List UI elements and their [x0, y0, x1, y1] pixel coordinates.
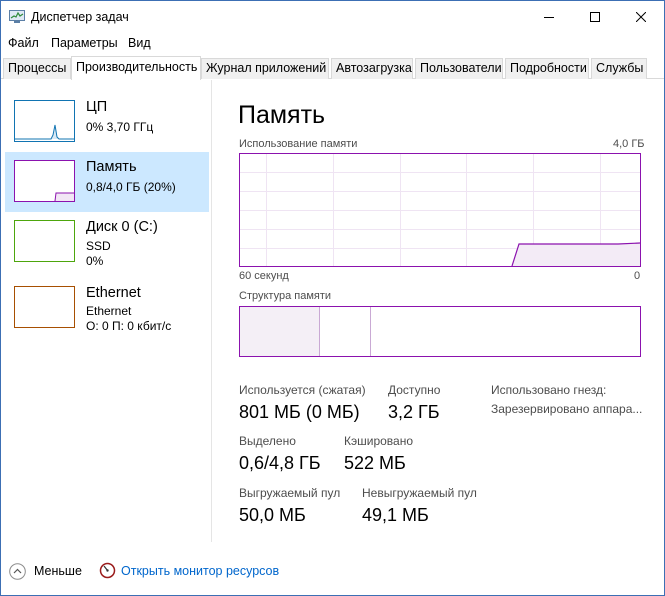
structure-in-use [240, 307, 320, 356]
maximize-button[interactable] [572, 1, 618, 33]
menu-file[interactable]: Файл [8, 36, 39, 50]
memory-thumbnail [14, 160, 75, 202]
maximize-icon [590, 12, 600, 22]
resource-name: ЦП [86, 99, 108, 115]
window-title: Диспетчер задач [31, 10, 129, 24]
resource-list: ЦП 0% 3,70 ГГц Память 0,8/4,0 ГБ (20%) Д… [1, 80, 212, 542]
tab-startup[interactable]: Автозагрузка [331, 58, 413, 79]
hardware-reserved-label: Зарезервировано аппара... [491, 402, 643, 416]
resource-item-cpu[interactable]: ЦП 0% 3,70 ГГц [5, 92, 209, 152]
resource-detail: SSD [86, 239, 111, 253]
memory-structure-bar [239, 306, 641, 357]
cpu-thumbnail [14, 100, 75, 142]
resource-item-memory[interactable]: Память 0,8/4,0 ГБ (20%) [5, 152, 209, 212]
footer: Меньше Открыть монитор ресурсов [1, 555, 664, 587]
task-manager-icon [9, 10, 25, 24]
task-manager-window: Диспетчер задач Файл Параметры Вид Проце… [0, 0, 665, 596]
page-title: Память [238, 101, 326, 129]
fewer-details-button[interactable] [9, 563, 26, 580]
tab-processes[interactable]: Процессы [3, 58, 71, 79]
graph-time-left: 60 секунд [239, 270, 289, 282]
cached-label: Кэшировано [344, 434, 414, 448]
memory-usage-chart [240, 154, 641, 267]
resource-name: Ethernet [86, 285, 141, 301]
title-bar: Диспетчер задач [1, 1, 664, 33]
in-use-label: Используется (сжатая) [239, 383, 366, 397]
minimize-button[interactable] [526, 1, 572, 33]
tab-bar: Процессы Производительность Журнал прило… [1, 56, 664, 80]
menu-view[interactable]: Вид [128, 36, 151, 50]
minimize-icon [544, 17, 554, 18]
committed-value: 0,6/4,8 ГБ [239, 453, 321, 473]
resource-name: Диск 0 (C:) [86, 219, 158, 235]
tab-details[interactable]: Подробности [505, 58, 589, 79]
tab-app-history[interactable]: Журнал приложений [201, 58, 329, 79]
close-button[interactable] [618, 1, 664, 33]
paged-pool-value: 50,0 МБ [239, 505, 306, 525]
tab-users[interactable]: Пользователи [415, 58, 503, 79]
in-use-value: 801 МБ (0 МБ) [239, 402, 360, 422]
available-value: 3,2 ГБ [388, 402, 440, 422]
committed-label: Выделено [239, 434, 296, 448]
open-resource-monitor-link[interactable]: Открыть монитор ресурсов [121, 564, 279, 578]
disk-thumbnail [14, 220, 75, 262]
menu-bar: Файл Параметры Вид [1, 34, 664, 54]
memory-usage-label: Использование памяти [239, 138, 358, 150]
resource-detail: О: 0 П: 0 кбит/с [86, 319, 172, 333]
cached-value: 522 МБ [344, 453, 406, 473]
graph-time-right: 0 [634, 270, 641, 282]
tab-performance[interactable]: Производительность [71, 56, 201, 80]
resource-monitor-icon[interactable] [99, 562, 116, 579]
structure-modified [320, 307, 371, 356]
memory-usage-max: 4,0 ГБ [613, 138, 645, 150]
nonpaged-pool-value: 49,1 МБ [362, 505, 429, 525]
resource-detail: 0% 3,70 ГГц [86, 120, 154, 134]
fewer-details-label[interactable]: Меньше [34, 564, 82, 578]
nonpaged-pool-label: Невыгружаемый пул [362, 486, 477, 500]
chevron-up-icon [9, 563, 26, 580]
resource-detail: 0,8/4,0 ГБ (20%) [86, 180, 176, 194]
ethernet-thumbnail [14, 286, 75, 328]
memory-structure-label: Структура памяти [239, 290, 332, 302]
resource-detail: Ethernet [86, 304, 132, 318]
resource-detail: 0% [86, 254, 104, 268]
close-icon [636, 12, 646, 22]
memory-usage-graph [239, 153, 641, 267]
paged-pool-label: Выгружаемый пул [239, 486, 341, 500]
available-label: Доступно [388, 383, 441, 397]
resource-name: Память [86, 159, 137, 175]
menu-options[interactable]: Параметры [51, 36, 118, 50]
resource-item-ethernet[interactable]: Ethernet Ethernet О: 0 П: 0 кбит/с [5, 278, 209, 338]
slots-used-label: Использовано гнезд: [491, 383, 607, 397]
resource-item-disk[interactable]: Диск 0 (C:) SSD 0% [5, 212, 209, 272]
tab-services[interactable]: Службы [591, 58, 647, 79]
